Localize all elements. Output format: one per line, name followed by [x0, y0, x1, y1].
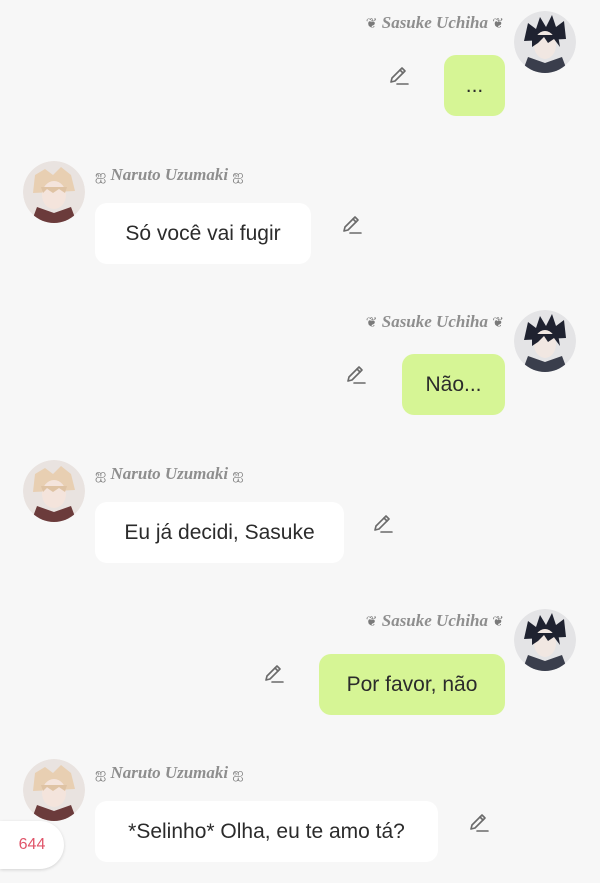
- edit-icon[interactable]: [262, 662, 286, 686]
- edit-icon[interactable]: [467, 811, 491, 835]
- edit-icon[interactable]: [371, 512, 395, 536]
- ornament-icon: ❦: [365, 16, 378, 32]
- ornament-icon: ❦: [492, 16, 504, 32]
- edit-icon[interactable]: [387, 64, 411, 88]
- ornament-icon: ஐ: [232, 467, 244, 483]
- sender-name: ❦ Sasuke Uchiha ❦: [365, 312, 504, 331]
- sasuke-avatar[interactable]: [514, 609, 576, 671]
- sender-name: ❦ Sasuke Uchiha ❦: [365, 13, 504, 32]
- message-bubble[interactable]: ...: [444, 55, 505, 116]
- ornament-icon: ❦: [365, 315, 378, 331]
- ornament-icon: ஐ: [95, 168, 107, 184]
- sasuke-avatar[interactable]: [514, 310, 576, 372]
- edit-icon[interactable]: [344, 363, 368, 387]
- ornament-icon: ஐ: [95, 467, 107, 483]
- edit-icon[interactable]: [340, 213, 364, 237]
- sender-name: ❦ Sasuke Uchiha ❦: [365, 611, 504, 630]
- message-bubble[interactable]: *Selinho* Olha, eu te amo tá?: [95, 801, 438, 862]
- sender-name: ஐ Naruto Uzumaki ஐ: [95, 763, 244, 782]
- ornament-icon: ஐ: [95, 766, 107, 782]
- message-bubble[interactable]: Eu já decidi, Sasuke: [95, 502, 344, 563]
- message-bubble[interactable]: Por favor, não: [319, 654, 505, 715]
- sasuke-avatar[interactable]: [514, 11, 576, 73]
- ornament-icon: ஐ: [232, 766, 244, 782]
- ornament-icon: ❦: [492, 614, 504, 630]
- sender-name: ஐ Naruto Uzumaki ஐ: [95, 165, 244, 184]
- message-counter-badge[interactable]: 644: [0, 821, 64, 869]
- ornament-icon: ❦: [492, 315, 504, 331]
- message-bubble[interactable]: Não...: [402, 354, 505, 415]
- naruto-avatar[interactable]: [23, 759, 85, 821]
- ornament-icon: ❦: [365, 614, 378, 630]
- ornament-icon: ஐ: [232, 168, 244, 184]
- naruto-avatar[interactable]: [23, 161, 85, 223]
- message-bubble[interactable]: Só você vai fugir: [95, 203, 311, 264]
- naruto-avatar[interactable]: [23, 460, 85, 522]
- sender-name: ஐ Naruto Uzumaki ஐ: [95, 464, 244, 483]
